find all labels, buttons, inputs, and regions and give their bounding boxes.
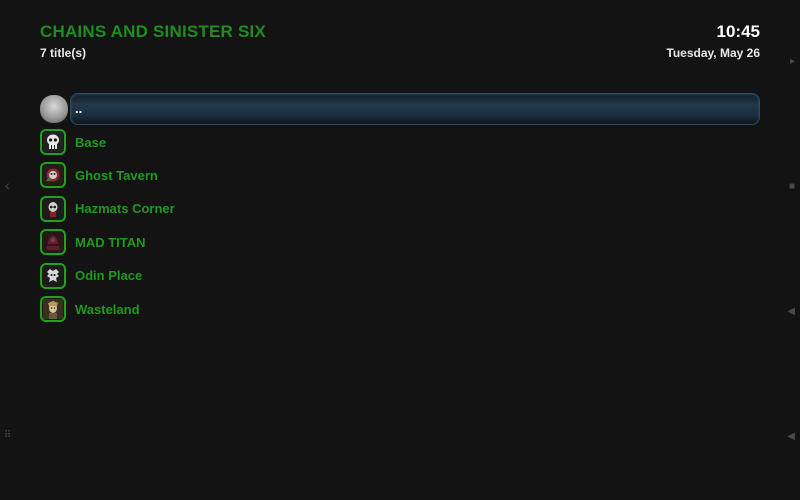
list-item-ghost-tavern[interactable]: Ghost Tavern: [40, 159, 760, 192]
hazmat-icon: [40, 195, 66, 222]
list-item-wasteland[interactable]: Wasteland: [40, 292, 760, 325]
parent-folder-icon: [40, 94, 68, 123]
titan-icon: [40, 229, 66, 256]
odin-icon: [40, 262, 66, 289]
list-item-base[interactable]: Base: [40, 125, 760, 158]
volume-icon[interactable]: ◀: [787, 307, 795, 317]
left-arrow-icon[interactable]: ‹: [5, 178, 10, 192]
item-count: 7 title(s): [40, 46, 87, 60]
list-item-label: Hazmats Corner: [75, 201, 175, 217]
list-item-label: Base: [75, 134, 107, 150]
file-list: .. Base Ghost Tavern Hazmats Corner MAD …: [40, 92, 760, 326]
clock: 10:45: [716, 22, 760, 41]
date: Tuesday, May 26: [666, 46, 760, 60]
list-item-mad-titan[interactable]: MAD TITAN: [40, 226, 760, 259]
right-arrow-icon[interactable]: ▸: [790, 57, 795, 67]
list-item-hazmats-corner[interactable]: Hazmats Corner: [40, 192, 760, 225]
list-item-label: Wasteland: [75, 301, 140, 317]
wasteland-icon: [40, 296, 66, 323]
page-title: CHAINS AND SINISTER SIX: [40, 22, 266, 41]
ghost-tavern-icon: [40, 162, 66, 189]
volume-icon[interactable]: ◀: [787, 432, 795, 442]
stop-icon[interactable]: ■: [789, 182, 795, 192]
list-item-label: MAD TITAN: [75, 234, 146, 250]
list-item-label: Ghost Tavern: [75, 167, 158, 183]
list-item-parent[interactable]: ..: [40, 92, 760, 125]
selection-highlight: [70, 93, 760, 125]
grid-icon[interactable]: ⠿: [4, 431, 11, 441]
kodi-window: CHAINS AND SINISTER SIX 7 title(s) 10:45…: [0, 0, 800, 500]
skull-icon: [40, 129, 66, 156]
list-item-odin-place[interactable]: Odin Place: [40, 259, 760, 292]
list-item-label: ..: [75, 101, 83, 117]
list-item-label: Odin Place: [75, 268, 143, 284]
